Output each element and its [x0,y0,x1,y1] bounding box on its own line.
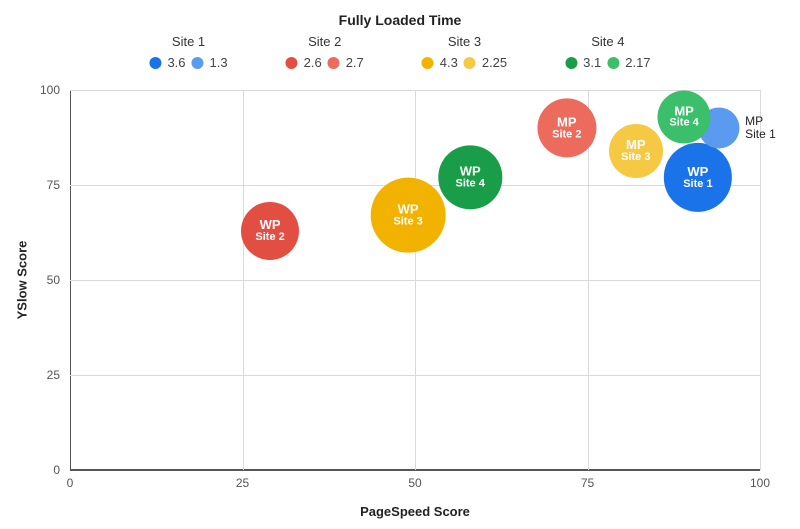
chart-stage: Fully Loaded Time Site 13.61.3Site 22.62… [0,0,800,529]
legend-swatch [565,57,577,69]
bubble-site-label: Site 2 [255,232,284,244]
legend-value: 2.25 [482,55,507,70]
bubble-label: WP [687,165,708,179]
legend-site-label: Site 1 [172,34,205,49]
gridline-horizontal [70,470,760,471]
legend-group: Site 2 2.6 2.7 [286,34,364,70]
gridline-vertical [760,90,761,470]
bubble-external-label: MPSite 1 [745,115,776,141]
plot-area: PageSpeed Score YSlow Score 025507510002… [70,90,760,470]
legend-swatch [286,57,298,69]
legend-swatch [149,57,161,69]
gridline-horizontal [70,375,760,376]
legend-value: 1.3 [210,55,228,70]
y-axis-label: YSlow Score [15,241,30,320]
bubble-label: WP [460,165,481,179]
x-tick-label: 75 [581,476,594,490]
legend-group: Site 3 4.3 2.25 [422,34,507,70]
legend-row: 3.1 2.17 [565,55,650,70]
y-tick-label: 25 [47,368,60,382]
bubble-site-label: Site 4 [669,118,698,130]
y-tick-label: 100 [40,83,60,97]
legend-value: 3.1 [583,55,601,70]
bubble-site-label: Site 4 [456,178,485,190]
data-bubble: WPSite 1 [664,143,732,211]
legend-swatch [464,57,476,69]
y-tick-label: 75 [47,178,60,192]
data-bubble: WPSite 3 [371,178,446,253]
x-tick-label: 100 [750,476,770,490]
bubble-site-label: Site 3 [393,216,422,228]
gridline-horizontal [70,280,760,281]
data-bubble: MPSite 4 [658,90,711,143]
legend-value: 2.6 [304,55,322,70]
x-tick-label: 25 [236,476,249,490]
chart-legend: Site 13.61.3Site 22.62.7Site 34.32.25Sit… [149,34,650,70]
legend-swatch [192,57,204,69]
bubble-label: MP [557,115,577,129]
gridline-horizontal [70,90,760,91]
bubble-site-label: Site 2 [552,129,581,141]
data-bubble: MPSite 3 [609,124,663,178]
bubble-label: MP [626,138,646,152]
x-tick-label: 50 [408,476,421,490]
bubble-site-label: Site 1 [683,178,712,190]
data-bubble: MPSite 2 [537,98,596,157]
legend-site-label: Site 4 [591,34,624,49]
legend-swatch [607,57,619,69]
y-tick-label: 50 [47,273,60,287]
legend-swatch [422,57,434,69]
legend-value: 2.17 [625,55,650,70]
y-tick-label: 0 [53,463,60,477]
chart-title: Fully Loaded Time [0,12,800,28]
legend-row: 2.6 2.7 [286,55,364,70]
legend-value: 2.7 [346,55,364,70]
legend-site-label: Site 3 [448,34,481,49]
bubble-site-label: Site 3 [621,152,650,164]
legend-value: 3.6 [167,55,185,70]
bubble-label: MP [674,104,694,118]
legend-row: 4.3 2.25 [422,55,507,70]
bubble-label: WP [398,203,419,217]
legend-swatch [328,57,340,69]
bubble-label: WP [260,218,281,232]
x-axis-label: PageSpeed Score [360,504,470,519]
legend-group: Site 1 3.6 1.3 [149,34,227,70]
legend-site-label: Site 2 [308,34,341,49]
legend-row: 3.6 1.3 [149,55,227,70]
legend-group: Site 4 3.1 2.17 [565,34,650,70]
x-tick-label: 0 [67,476,74,490]
data-bubble: WPSite 2 [241,202,299,260]
legend-value: 4.3 [440,55,458,70]
